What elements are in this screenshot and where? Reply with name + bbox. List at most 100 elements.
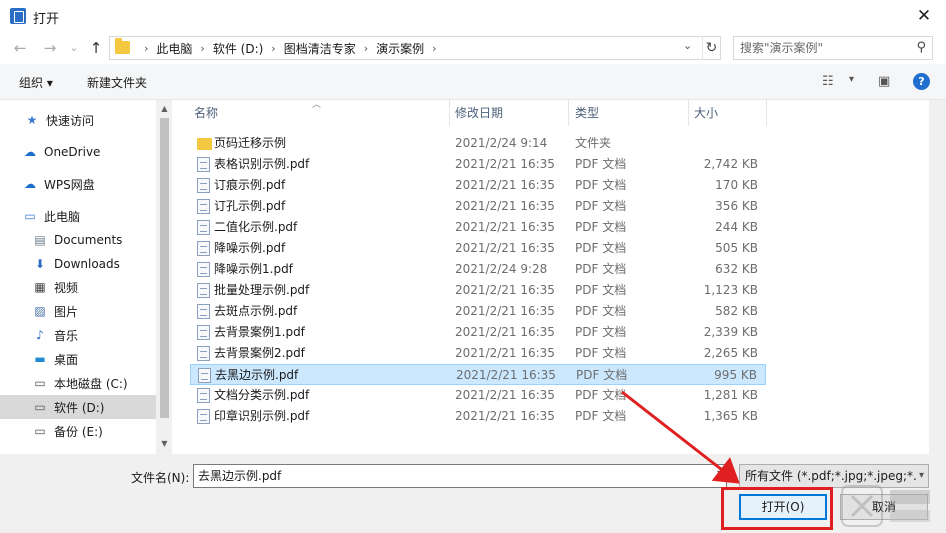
column-header-name[interactable]: 名称 [194,100,218,126]
chevron-right-icon[interactable]: › [364,42,368,55]
scroll-up-icon[interactable]: ▲ [156,100,173,117]
table-row[interactable]: 订孔示例.pdf 2021/2/21 16:35 PDF 文档 356 KB [190,196,766,217]
sidebar-item[interactable]: ▭ 此电脑 [0,204,156,228]
cell-type: PDF 文档 [575,178,627,192]
sidebar-item[interactable]: ☁ WPS网盘 [0,172,156,196]
file-type-value: 所有文件 (*.pdf;*.jpg;*.jpeg;*.j [745,469,921,483]
column-header-size[interactable]: 大小 [694,100,718,126]
back-arrow-icon[interactable]: ← [10,38,30,58]
breadcrumb-item[interactable]: 演示案例 [376,40,424,57]
cloud-icon: ☁ [24,145,36,159]
cell-name: 去背景案例1.pdf [214,325,305,339]
folder-icon [115,38,130,54]
sidebar-item[interactable]: ▦ 视频 [0,275,156,299]
chevron-down-icon[interactable]: ⌄ [683,39,692,52]
cell-type: PDF 文档 [575,325,627,339]
column-divider[interactable] [449,100,450,126]
recent-locations-icon[interactable]: ⌄ [64,38,84,58]
computer-icon: ▭ [24,209,36,223]
chevron-right-icon[interactable]: › [432,42,436,55]
refresh-icon[interactable]: ↻ [702,37,720,59]
cell-size: 995 KB [714,368,757,382]
view-options-icon[interactable]: ☷ [822,74,834,89]
cell-name: 订孔示例.pdf [214,199,286,213]
cell-type: 文件夹 [575,136,612,150]
cell-date: 2021/2/24 9:28 [455,262,548,276]
search-icon[interactable]: ⚲ [916,40,926,55]
cell-date: 2021/2/21 16:35 [455,199,555,213]
forward-arrow-icon[interactable]: → [40,38,60,58]
chevron-right-icon[interactable]: › [271,42,275,55]
sidebar-item[interactable]: ▬ 桌面 [0,347,156,371]
sidebar-item[interactable]: ♪ 音乐 [0,323,156,347]
breadcrumb-item[interactable]: 此电脑 [156,40,192,57]
cell-size: 632 KB [715,262,758,276]
sidebar-item[interactable]: ⬇ Downloads [0,252,156,276]
cell-type: PDF 文档 [575,220,627,234]
up-arrow-icon[interactable]: ↑ [86,38,106,58]
help-icon[interactable]: ? [913,73,930,90]
chevron-right-icon[interactable]: › [144,42,148,55]
column-header-type[interactable]: 类型 [575,100,599,126]
new-folder-button[interactable]: 新建文件夹 [87,74,147,91]
cell-date: 2021/2/21 16:35 [455,283,555,297]
address-bar[interactable]: › 此电脑 › 软件 (D:) › 图档清洁专家 › 演示案例 › ⌄ ↻ [109,36,721,60]
chevron-right-icon[interactable]: › [200,42,204,55]
cell-type: PDF 文档 [575,304,627,318]
chevron-down-icon[interactable]: ▾ [717,468,722,479]
cell-size: 1,281 KB [703,388,758,402]
filename-input[interactable]: 去黑边示例.pdf [193,464,727,488]
close-button[interactable]: ✕ [912,5,936,27]
sidebar-item[interactable]: ▭ 软件 (D:) [0,395,156,419]
sidebar-item[interactable]: ▭ 备份 (E:) [0,419,156,443]
scroll-thumb[interactable] [160,118,169,418]
breadcrumb: › 此电脑 › 软件 (D:) › 图档清洁专家 › 演示案例 › [136,40,445,57]
table-row[interactable]: 二值化示例.pdf 2021/2/21 16:35 PDF 文档 244 KB [190,217,766,238]
sidebar-item[interactable]: ★ 快速访问 [0,108,156,132]
sidebar-item-label: 软件 (D:) [54,400,105,415]
scroll-down-icon[interactable]: ▼ [156,435,173,452]
column-divider[interactable] [568,100,569,126]
table-row[interactable]: 降噪示例.pdf 2021/2/21 16:35 PDF 文档 505 KB [190,238,766,259]
organize-button[interactable]: 组织 ▾ [19,74,53,91]
table-row[interactable]: 批量处理示例.pdf 2021/2/21 16:35 PDF 文档 1,123 KB [190,280,766,301]
preview-pane-icon[interactable]: ▣ [878,74,890,89]
chevron-down-icon[interactable]: ▾ [915,465,924,487]
navigation-pane: ▲ ▼ ★ 快速访问 ☁ OneDrive ☁ WPS网盘 ▭ 此电脑 ▤ Documents ⬇ D… [0,100,173,454]
column-header-modified[interactable]: 修改日期 [455,100,503,126]
table-row[interactable]: 去黑边示例.pdf 2021/2/21 16:35 PDF 文档 995 KB [190,364,766,385]
table-row[interactable]: 降噪示例1.pdf 2021/2/24 9:28 PDF 文档 632 KB [190,259,766,280]
drive-icon: ▭ [34,376,46,390]
app-icon [10,8,26,24]
file-type-select[interactable]: 所有文件 (*.pdf;*.jpg;*.jpeg;*.j ▾ [739,464,929,488]
sidebar-item[interactable]: ▭ 本地磁盘 (C:) [0,371,156,395]
table-row[interactable]: 订痕示例.pdf 2021/2/21 16:35 PDF 文档 170 KB [190,175,766,196]
sidebar-item-label: Documents [54,233,123,247]
table-row[interactable]: 页码迁移示例 2021/2/24 9:14 文件夹 [190,133,766,154]
chevron-down-icon[interactable]: ▾ [849,74,854,85]
sidebar-item[interactable]: ▤ Documents [0,228,156,252]
column-divider[interactable] [766,100,767,126]
sidebar-item-label: 此电脑 [44,209,81,224]
cancel-button[interactable]: 取消 [840,494,928,520]
table-row[interactable]: 印章识别示例.pdf 2021/2/21 16:35 PDF 文档 1,365 KB [190,406,766,427]
cell-size: 2,742 KB [703,157,758,171]
sidebar-scrollbar[interactable]: ▲ ▼ [156,100,173,454]
file-list-scrollbar[interactable] [929,100,946,454]
sort-ascending-icon: ︿ [312,100,322,110]
cell-date: 2021/2/21 16:35 [455,304,555,318]
breadcrumb-item[interactable]: 图档清洁专家 [284,40,356,57]
cell-name: 页码迁移示例 [214,136,287,150]
breadcrumb-item[interactable]: 软件 (D:) [213,40,263,57]
search-input[interactable] [740,40,905,56]
sidebar-item[interactable]: ▨ 图片 [0,299,156,323]
table-row[interactable]: 表格识别示例.pdf 2021/2/21 16:35 PDF 文档 2,742 KB [190,154,766,175]
column-divider[interactable] [688,100,689,126]
table-row[interactable]: 去背景案例2.pdf 2021/2/21 16:35 PDF 文档 2,265 KB [190,343,766,364]
table-row[interactable]: 文档分类示例.pdf 2021/2/21 16:35 PDF 文档 1,281 KB [190,385,766,406]
table-row[interactable]: 去斑点示例.pdf 2021/2/21 16:35 PDF 文档 582 KB [190,301,766,322]
search-box[interactable]: ⚲ [733,36,933,60]
command-toolbar: 组织 ▾ 新建文件夹 ☷ ▾ ▣ ? [0,64,946,100]
sidebar-item[interactable]: ☁ OneDrive [0,140,156,164]
table-row[interactable]: 去背景案例1.pdf 2021/2/21 16:35 PDF 文档 2,339 KB [190,322,766,343]
